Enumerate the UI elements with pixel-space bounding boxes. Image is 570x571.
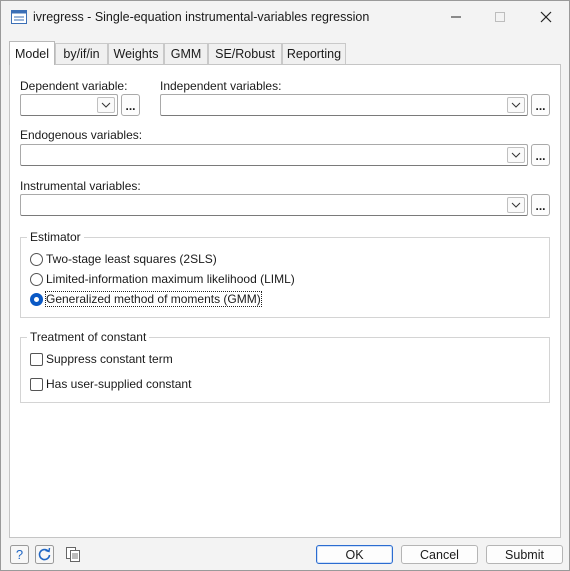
reset-button[interactable]: [35, 545, 54, 564]
suppress-constant-label[interactable]: Suppress constant term: [46, 352, 173, 366]
user-supplied-constant-checkbox[interactable]: [30, 378, 43, 391]
copy-command-icon: [66, 547, 80, 562]
radio-2sls-label[interactable]: Two-stage least squares (2SLS): [46, 252, 217, 266]
instrumental-dropdown-button[interactable]: [507, 197, 525, 213]
copy-command-button[interactable]: [63, 545, 82, 564]
instrumental-variables-label: Instrumental variables:: [20, 179, 141, 193]
chevron-down-icon: [511, 202, 521, 208]
radio-gmm[interactable]: [30, 293, 43, 306]
suppress-constant-checkbox[interactable]: [30, 353, 43, 366]
window-title: ivregress - Single-equation instrumental…: [33, 10, 370, 24]
chevron-down-icon: [101, 102, 111, 108]
radio-2sls[interactable]: [30, 253, 43, 266]
submit-button[interactable]: Submit: [486, 545, 563, 564]
independent-variables-label: Independent variables:: [160, 79, 282, 93]
endogenous-browse-button[interactable]: ...: [531, 144, 550, 166]
svg-text:?: ?: [16, 547, 23, 562]
help-button[interactable]: ?: [10, 545, 29, 564]
reset-icon: [35, 545, 54, 564]
tab-reporting[interactable]: Reporting: [282, 43, 346, 64]
estimator-group-title: Estimator: [27, 230, 84, 244]
chevron-down-icon: [511, 152, 521, 158]
minimize-icon: [451, 16, 461, 18]
help-icon: ?: [10, 545, 29, 564]
independent-variables-combo[interactable]: [160, 94, 528, 116]
dialog-window: ivregress - Single-equation instrumental…: [0, 0, 570, 571]
radio-gmm-label[interactable]: Generalized method of moments (GMM): [45, 291, 262, 307]
dependent-browse-button[interactable]: ...: [121, 94, 140, 116]
radio-liml-label[interactable]: Limited-information maximum likelihood (…: [46, 272, 295, 286]
minimize-button[interactable]: [433, 1, 479, 33]
app-icon: [11, 10, 27, 24]
tab-by-if-in[interactable]: by/if/in: [55, 43, 108, 64]
maximize-icon: [495, 12, 505, 22]
constant-group: Treatment of constant Suppress constant …: [20, 330, 550, 403]
button-bar: ? OK Cancel Submit: [1, 539, 569, 570]
dependent-variable-label: Dependent variable:: [20, 79, 128, 93]
tab-model[interactable]: Model: [9, 41, 55, 65]
title-bar: ivregress - Single-equation instrumental…: [1, 1, 569, 34]
ok-button[interactable]: OK: [316, 545, 393, 564]
user-supplied-constant-label[interactable]: Has user-supplied constant: [46, 377, 191, 391]
endogenous-dropdown-button[interactable]: [507, 147, 525, 163]
dependent-dropdown-button[interactable]: [97, 97, 115, 113]
dependent-variable-combo[interactable]: [20, 94, 118, 116]
constant-group-title: Treatment of constant: [27, 330, 150, 344]
instrumental-browse-button[interactable]: ...: [531, 194, 550, 216]
endogenous-variables-combo[interactable]: [20, 144, 528, 166]
radio-liml[interactable]: [30, 273, 43, 286]
estimator-group: Estimator Two-stage least squares (2SLS)…: [20, 230, 550, 318]
close-icon: [540, 11, 552, 23]
cancel-button[interactable]: Cancel: [401, 545, 478, 564]
tab-gmm[interactable]: GMM: [164, 43, 208, 64]
close-button[interactable]: [523, 1, 569, 33]
chevron-down-icon: [511, 102, 521, 108]
model-panel: Dependent variable: Independent variable…: [9, 64, 561, 538]
tab-se-robust[interactable]: SE/Robust: [208, 43, 282, 64]
endogenous-variables-label: Endogenous variables:: [20, 128, 143, 142]
independent-dropdown-button[interactable]: [507, 97, 525, 113]
independent-browse-button[interactable]: ...: [531, 94, 550, 116]
instrumental-variables-combo[interactable]: [20, 194, 528, 216]
maximize-button[interactable]: [477, 1, 523, 33]
tab-weights[interactable]: Weights: [108, 43, 164, 64]
